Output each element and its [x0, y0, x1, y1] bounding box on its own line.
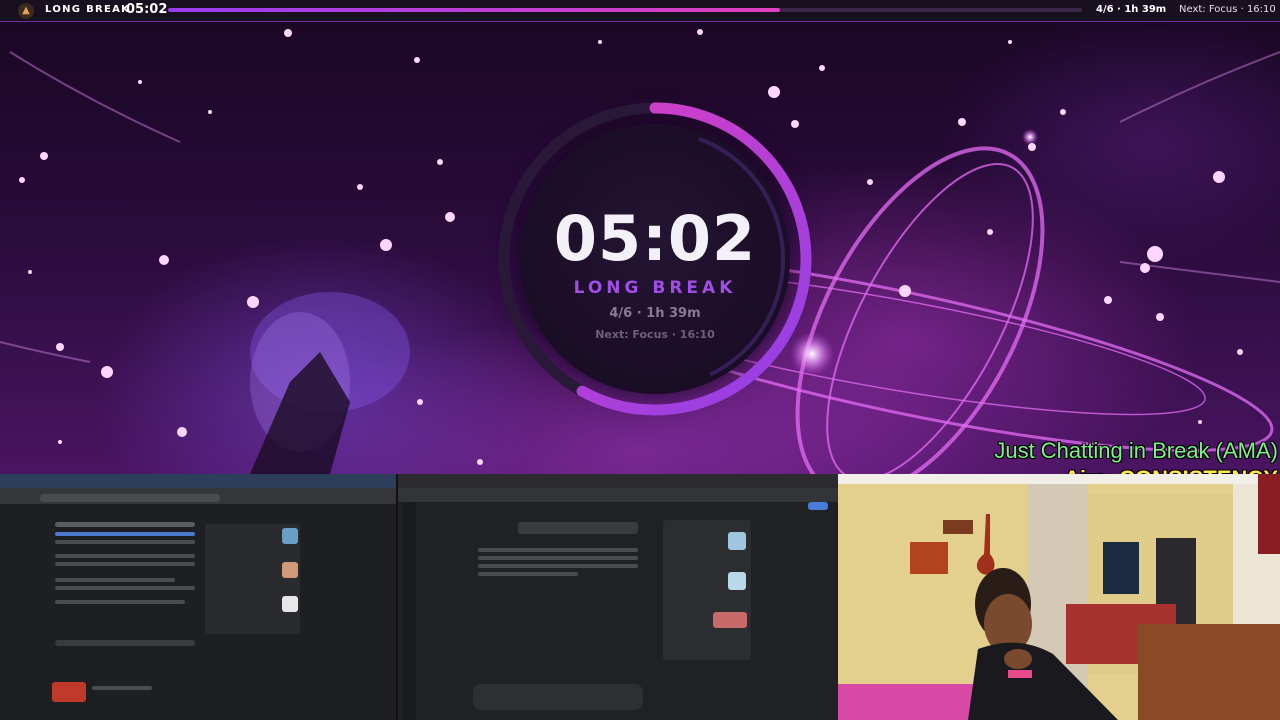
stream-topic-caption: Just Chatting in Break (AMA)	[994, 438, 1278, 463]
timer-mode-label: LONG BREAK	[573, 278, 737, 298]
session-count: 4/6 · 1h 39m	[1096, 4, 1167, 15]
blurred-thumbnail	[282, 562, 298, 578]
screen-share-browser-left	[0, 474, 398, 720]
blurred-thumbnail	[728, 532, 746, 550]
bell-icon: ▲	[18, 3, 34, 19]
space-background: 05:02 LONG BREAK 4/6 · 1h 39m Next: Focu…	[0, 22, 1280, 474]
blurred-text	[92, 686, 152, 690]
next-session-label: Next: Focus · 16:10	[1179, 4, 1276, 15]
blurred-thumbnail	[282, 596, 298, 612]
webcam-image	[838, 474, 1280, 720]
blurred-text	[478, 572, 578, 576]
blurred-left-rail	[402, 502, 416, 720]
stream-aim-caption: Aim: CONSISTENCY	[1064, 466, 1278, 474]
blurred-text	[478, 556, 638, 560]
blurred-text	[55, 554, 195, 558]
blurred-chat-input	[473, 684, 643, 710]
blurred-thumbnail	[713, 612, 747, 628]
blurred-thumbnail	[728, 572, 746, 590]
blurred-text	[55, 586, 195, 590]
address-bar	[40, 494, 220, 502]
mode-label: LONG BREAK	[45, 4, 131, 15]
blurred-text	[55, 522, 195, 527]
blurred-text	[55, 578, 175, 582]
top-status-bar: ▲ LONG BREAK 05:02 4/6 · 1h 39m Next: Fo…	[0, 0, 1280, 22]
timer-next-label: Next: Focus · 16:10	[595, 328, 715, 341]
blurred-text	[478, 548, 638, 552]
blurred-thumbnail	[282, 528, 298, 544]
blurred-video-thumb	[52, 682, 86, 702]
timer-session-count: 4/6 · 1h 39m	[609, 306, 701, 321]
browser-tab-strip	[398, 474, 838, 488]
blurred-text	[55, 532, 195, 536]
top-timer-value: 05:02	[126, 2, 168, 17]
screen-share-browser-middle	[398, 474, 838, 720]
blurred-text	[478, 564, 638, 568]
pomodoro-timer: 05:02 LONG BREAK 4/6 · 1h 39m Next: Focu…	[490, 94, 820, 424]
blurred-button	[808, 502, 828, 510]
blurred-button	[55, 640, 195, 646]
timer-countdown: 05:02	[553, 202, 757, 275]
blurred-text	[55, 540, 195, 544]
session-progress-bar	[168, 8, 1082, 12]
blurred-message-bubble	[518, 522, 638, 534]
session-progress-fill	[168, 8, 781, 12]
browser-toolbar	[398, 488, 838, 502]
blurred-text	[55, 600, 185, 604]
blurred-text	[55, 562, 195, 566]
browser-tab-strip	[0, 474, 396, 488]
webcam-feed	[838, 474, 1280, 720]
